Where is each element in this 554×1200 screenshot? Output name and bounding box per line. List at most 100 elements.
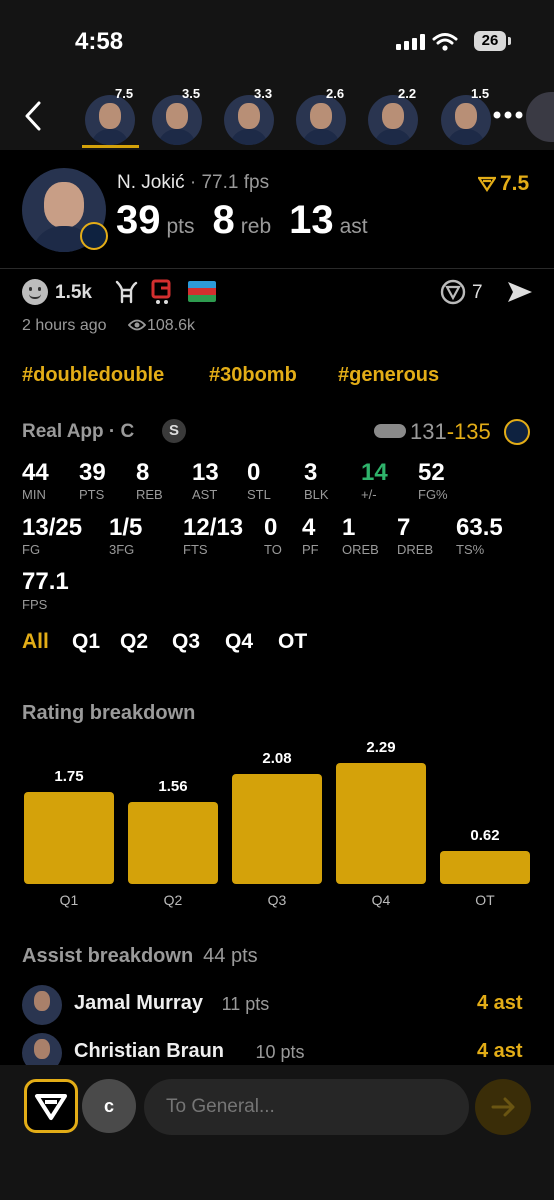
stat-label: BLK: [304, 487, 329, 502]
more-icon[interactable]: [492, 110, 524, 120]
chart-category-label: Q4: [371, 892, 391, 908]
wifi-icon: [432, 33, 458, 51]
stat-value: 0: [247, 459, 261, 486]
assist-breakdown-total: 44 pts: [203, 945, 258, 967]
pts-value: 39: [116, 198, 161, 242]
opponent-logo-icon: [374, 424, 406, 438]
stat-value: 14: [361, 459, 388, 486]
player-avatar-jokic[interactable]: [85, 95, 135, 145]
player-score-label: 3.3: [254, 86, 273, 101]
reb-value: 8: [212, 198, 235, 242]
chart-bar-value: 2.08: [262, 750, 292, 767]
stat-value: 8: [136, 459, 150, 486]
stat-value: 39: [79, 459, 106, 486]
player-score-label: 2.6: [326, 86, 345, 101]
stat-value: 0: [264, 514, 278, 541]
goat-icon[interactable]: [113, 280, 139, 304]
assist-breakdown-header: Assist breakdown 44 pts: [22, 945, 258, 968]
battery-cap: [508, 37, 511, 45]
back-chevron-icon[interactable]: [22, 100, 44, 132]
chart-bar-value: 2.29: [366, 739, 396, 756]
source-badge: S: [162, 419, 186, 443]
battery-indicator: 26: [474, 31, 506, 51]
status-time: 4:58: [75, 28, 124, 55]
assist-count: 4 ast: [477, 992, 523, 1014]
chart-bar-q4: [336, 763, 426, 884]
headline-stats: 39 pts 8 reb 13 ast: [116, 198, 368, 243]
ast-value: 13: [289, 198, 334, 242]
app-logo-button[interactable]: [24, 1079, 78, 1133]
share-count-icon[interactable]: [440, 279, 466, 305]
share-count: 7: [472, 282, 483, 303]
stat-value: 44: [22, 459, 49, 486]
chart-category-label: Q3: [267, 892, 287, 908]
rating-value: 7.5: [500, 172, 530, 195]
player-avatar-player-5[interactable]: [368, 95, 418, 145]
tab-all[interactable]: All: [22, 630, 49, 654]
reb-label: reb: [240, 215, 272, 238]
stat-label: FTS: [183, 542, 208, 557]
stat-value: 13/25: [22, 514, 83, 541]
tab-q3[interactable]: Q3: [172, 630, 200, 654]
player-name: N. Jokić: [117, 172, 185, 193]
chart-category-label: Q1: [59, 892, 79, 908]
send-icon[interactable]: [506, 280, 534, 304]
assist-breakdown-title: Assist breakdown: [22, 945, 194, 967]
tab-q4[interactable]: Q4: [225, 630, 253, 654]
stat-label: PF: [302, 542, 319, 557]
assist-player-avatar: [22, 985, 62, 1025]
player-avatar-player-3[interactable]: [224, 95, 274, 145]
stat-value: 77.1: [22, 568, 69, 595]
stat-label: STL: [247, 487, 271, 502]
tab-q1[interactable]: Q1: [72, 630, 100, 654]
chart-bar-q1: [24, 792, 114, 884]
user-avatar-button[interactable]: c: [82, 1079, 136, 1133]
hashtag-generous[interactable]: #generous: [338, 364, 439, 387]
stat-label: TS%: [456, 542, 485, 557]
stat-label: FG%: [418, 487, 448, 502]
header-divider: [0, 268, 554, 269]
player-score-label: 7.5: [115, 86, 134, 101]
assist-player-name: Jamal Murray: [74, 992, 203, 1014]
stat-value: 4: [302, 514, 316, 541]
player-score-label: 2.2: [398, 86, 417, 101]
view-count: 108.6k: [147, 317, 196, 334]
selected-player-indicator: [82, 145, 139, 148]
stat-source: Real App · C: [22, 421, 135, 442]
chart-bar-value: 0.62: [470, 827, 500, 844]
player-avatar-player-2[interactable]: [152, 95, 202, 145]
arrow-right-icon: [491, 1097, 515, 1117]
tab-q2[interactable]: Q2: [120, 630, 148, 654]
player-fps: 77.1 fps: [201, 172, 270, 193]
rating-breakdown-title: Rating breakdown: [22, 702, 196, 724]
stat-value: 3: [304, 459, 318, 486]
chart-bar-value: 1.56: [158, 778, 188, 795]
flag-icon[interactable]: [188, 281, 216, 302]
stat-label: +/-: [361, 487, 377, 502]
tab-ot[interactable]: OT: [278, 630, 307, 654]
hashtag-30bomb[interactable]: #30bomb: [209, 364, 297, 387]
reaction-count[interactable]: 1.5k: [55, 282, 92, 304]
stat-label: 3FG: [109, 542, 135, 557]
player-score-label: 3.5: [182, 86, 201, 101]
player-avatar-player-4[interactable]: [296, 95, 346, 145]
stat-label: DREB: [397, 542, 434, 557]
game-score: 131 - 135: [410, 419, 491, 445]
message-input[interactable]: [144, 1079, 469, 1135]
chart-category-label: OT: [475, 892, 495, 908]
title-separator: ·: [189, 172, 202, 193]
smiley-reaction-icon[interactable]: [22, 279, 48, 305]
assist-player-name: Christian Braun: [74, 1040, 225, 1062]
hashtag-doubledouble[interactable]: #doubledouble: [22, 364, 164, 387]
stat-label: MIN: [22, 487, 46, 502]
player-avatar-player-6[interactable]: [441, 95, 491, 145]
stat-value: 7: [397, 514, 411, 541]
score-dash: -: [446, 419, 455, 444]
send-message-button[interactable]: [475, 1079, 531, 1135]
post-time: 2 hours ago: [22, 317, 107, 334]
chart-bar-q3: [232, 774, 322, 884]
chart-bar-ot: [440, 851, 530, 884]
player-title: N. Jokić · 77.1 fps: [117, 172, 269, 194]
stat-value: 52: [418, 459, 445, 486]
chain-icon[interactable]: [151, 279, 173, 305]
